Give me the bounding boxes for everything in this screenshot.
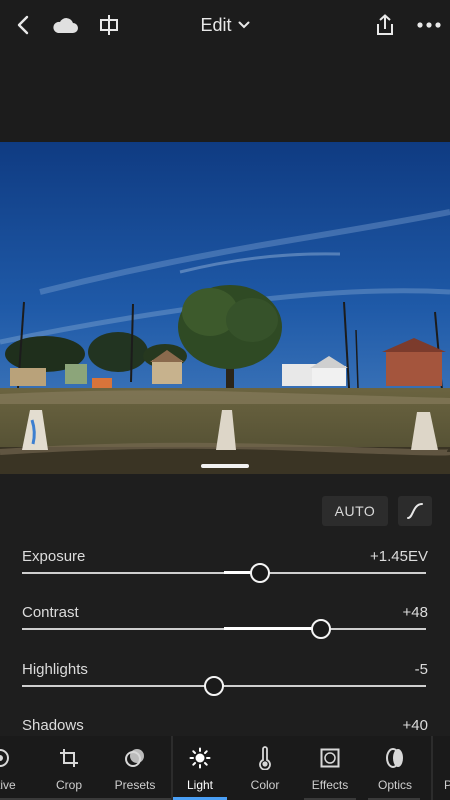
slider-track[interactable] [22, 685, 426, 687]
more-icon[interactable] [414, 10, 444, 40]
exposure-label: Exposure [22, 548, 86, 565]
photo-preview[interactable] [0, 142, 450, 474]
tab-effects[interactable]: Effects [298, 736, 362, 800]
slider-thumb[interactable] [311, 619, 331, 639]
tab-label: Effects [311, 778, 349, 792]
presets-icon [123, 746, 147, 770]
slider-fill [224, 627, 321, 630]
light-icon [188, 746, 212, 770]
drag-handle[interactable] [201, 464, 249, 468]
tab-label: Optics [377, 778, 412, 792]
tone-curve-button[interactable] [398, 496, 432, 526]
slider-thumb[interactable] [250, 563, 270, 583]
thermometer-icon [253, 746, 277, 770]
curve-icon [407, 503, 423, 519]
tab-label: Color [250, 778, 280, 792]
tab-label: Crop [55, 778, 82, 792]
selective-icon [0, 746, 12, 770]
contrast-slider[interactable]: Contrast +48 [22, 604, 428, 654]
exposure-value: +1.45EV [370, 548, 428, 565]
tab-color[interactable]: Color [233, 736, 297, 800]
tool-tab-bar: ective Crop Presets Light Color Effects … [0, 736, 450, 800]
crop-icon [57, 746, 81, 770]
effects-icon [318, 746, 342, 770]
tab-light[interactable]: Light [168, 736, 232, 800]
contrast-value: +48 [402, 604, 428, 621]
tab-selective[interactable]: ective [0, 736, 32, 800]
chevron-down-icon [238, 13, 250, 34]
tab-presets[interactable]: Presets [103, 736, 167, 800]
tab-crop[interactable]: Crop [37, 736, 101, 800]
shadows-value: +40 [402, 717, 428, 734]
top-bar: Edit [0, 0, 450, 50]
exposure-slider[interactable]: Exposure +1.45EV [22, 548, 428, 598]
slider-thumb[interactable] [204, 676, 224, 696]
edit-title: Edit [200, 15, 232, 35]
highlights-value: -5 [414, 661, 428, 678]
highlights-label: Highlights [22, 661, 88, 678]
shadows-label: Shadows [22, 717, 84, 734]
tab-profile[interactable]: Pr [418, 736, 450, 800]
tab-label: ective [0, 778, 16, 792]
tab-label: Presets [114, 778, 156, 792]
optics-icon [383, 746, 407, 770]
auto-button[interactable]: AUTO [322, 496, 388, 526]
contrast-label: Contrast [22, 604, 79, 621]
tab-label: Pr [444, 778, 450, 792]
highlights-slider[interactable]: Highlights -5 [22, 661, 428, 711]
tab-label: Light [186, 778, 214, 792]
share-icon[interactable] [370, 10, 400, 40]
